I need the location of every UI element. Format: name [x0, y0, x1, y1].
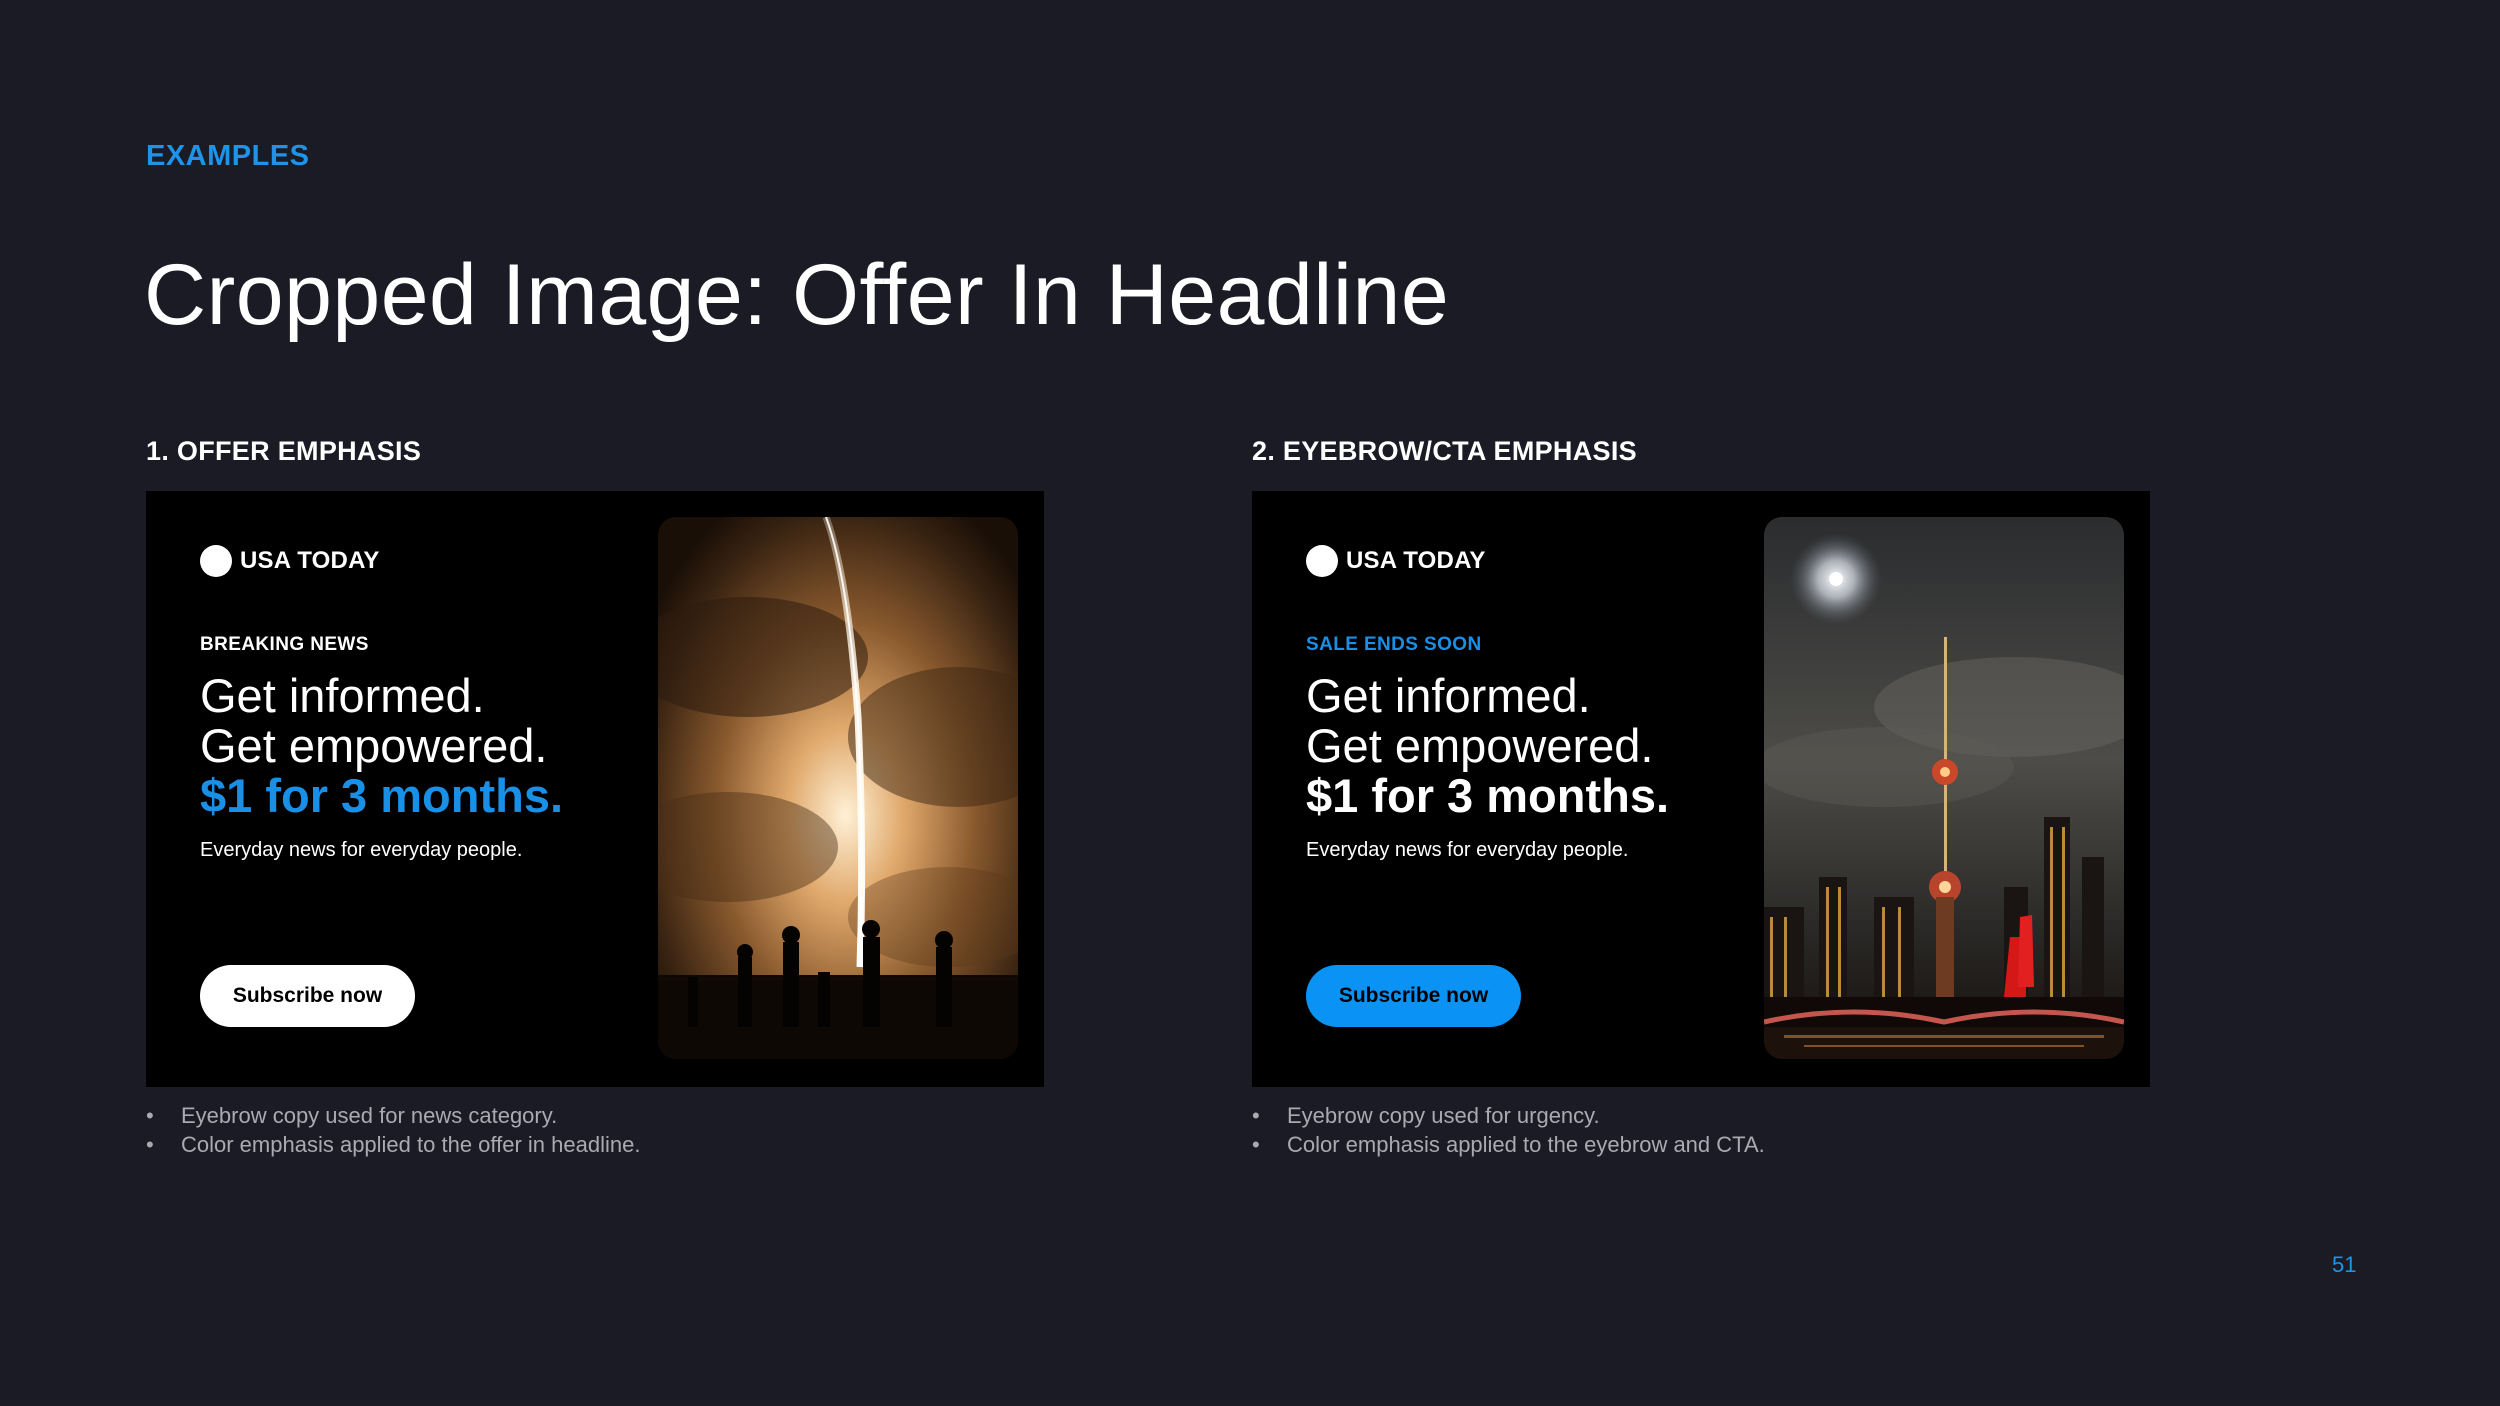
brand-logo: USA TODAY	[1306, 545, 1486, 577]
example-eyebrow-cta-emphasis: 2. EYEBROW/CTA EMPHASIS USA TODAY SALE E…	[1252, 436, 2152, 1159]
ad-headline: Get informed. Get empowered. $1 for 3 mo…	[1306, 671, 1669, 821]
usa-today-dot-icon	[200, 545, 232, 577]
ad-headline: Get informed. Get empowered. $1 for 3 mo…	[200, 671, 563, 821]
example-notes: Eyebrow copy used for news category. Col…	[146, 1101, 640, 1159]
headline-line-2: Get empowered.	[1306, 719, 1654, 772]
headline-line-1: Get informed.	[200, 669, 485, 722]
example-notes: Eyebrow copy used for urgency. Color emp…	[1252, 1101, 1765, 1159]
example-label: 2. EYEBROW/CTA EMPHASIS	[1252, 436, 1637, 466]
note-item: Eyebrow copy used for news category.	[146, 1101, 640, 1130]
city-skyline-night-photo	[1764, 517, 2124, 1059]
headline-line-1: Get informed.	[1306, 669, 1591, 722]
rocket-launch-photo	[658, 517, 1018, 1059]
subscribe-button[interactable]: Subscribe now	[200, 965, 415, 1027]
ad-banner: USA TODAY SALE ENDS SOON Get informed. G…	[1252, 491, 2150, 1087]
example-label: 1. OFFER EMPHASIS	[146, 436, 422, 466]
page-number: 51	[2332, 1252, 2357, 1277]
brand-name: USA TODAY	[1346, 547, 1486, 574]
note-item: Eyebrow copy used for urgency.	[1252, 1101, 1765, 1130]
usa-today-dot-icon	[1306, 545, 1338, 577]
ad-banner: USA TODAY BREAKING NEWS Get informed. Ge…	[146, 491, 1044, 1087]
section-eyebrow: EXAMPLES	[146, 140, 310, 172]
headline-offer: $1 for 3 months.	[200, 769, 564, 822]
example-offer-emphasis: 1. OFFER EMPHASIS USA TODAY BREAKING NEW…	[146, 436, 1046, 1159]
note-item: Color emphasis applied to the offer in h…	[146, 1130, 640, 1159]
ad-eyebrow: BREAKING NEWS	[200, 634, 369, 655]
ad-eyebrow: SALE ENDS SOON	[1306, 634, 1482, 655]
page-title: Cropped Image: Offer In Headline	[144, 247, 1450, 343]
ad-subline: Everyday news for everyday people.	[1306, 839, 1629, 861]
brand-name: USA TODAY	[240, 547, 380, 574]
ad-subline: Everyday news for everyday people.	[200, 839, 523, 861]
headline-line-2: Get empowered.	[200, 719, 548, 772]
note-item: Color emphasis applied to the eyebrow an…	[1252, 1130, 1765, 1159]
headline-offer: $1 for 3 months.	[1306, 769, 1670, 822]
subscribe-button[interactable]: Subscribe now	[1306, 965, 1521, 1027]
brand-logo: USA TODAY	[200, 545, 380, 577]
